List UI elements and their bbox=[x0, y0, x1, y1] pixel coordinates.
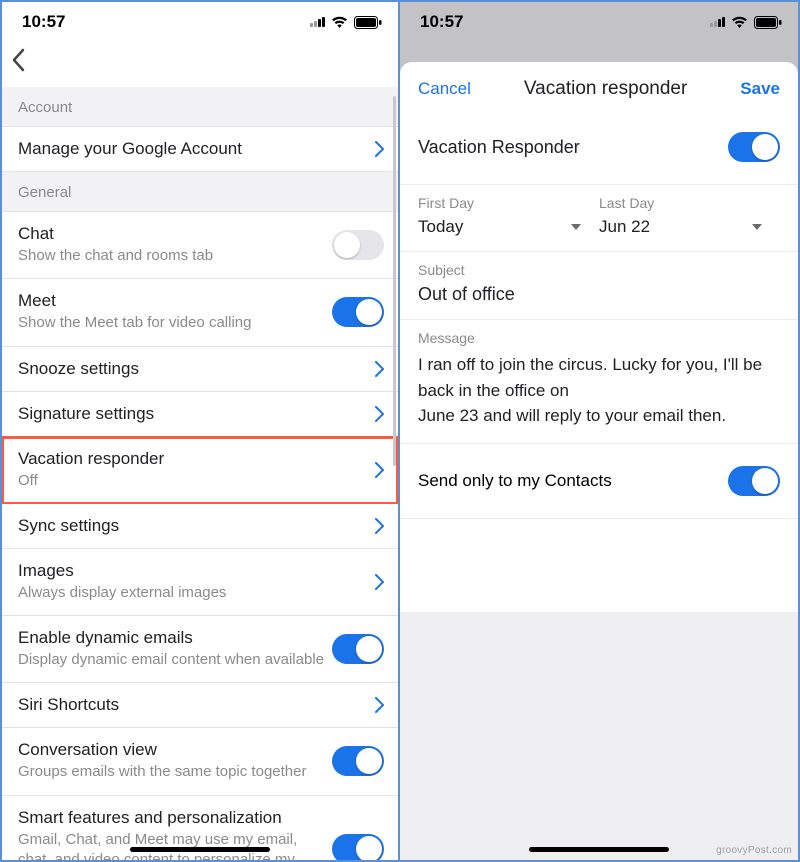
chevron-right-icon bbox=[375, 406, 384, 422]
conversation-view-row[interactable]: Conversation view Groups emails with the… bbox=[2, 728, 398, 795]
sheet-title: Vacation responder bbox=[524, 78, 687, 100]
watermark: groovyPost.com bbox=[716, 845, 792, 856]
images-row[interactable]: Images Always display external images bbox=[2, 549, 398, 616]
chevron-right-icon bbox=[375, 697, 384, 713]
row-subtitle: Show the chat and rooms tab bbox=[18, 246, 332, 266]
status-bar: 10:57 bbox=[400, 2, 798, 40]
send-only-contacts-row: Send only to my Contacts bbox=[400, 444, 798, 519]
dropdown-icon bbox=[571, 224, 581, 230]
sheet-empty-area bbox=[400, 612, 798, 860]
message-label: Message bbox=[418, 330, 780, 346]
screenshot-pair: 10:57 Account Manage your Google Account… bbox=[0, 0, 800, 862]
section-general: General bbox=[2, 172, 398, 212]
chat-toggle[interactable] bbox=[332, 230, 384, 260]
status-bar: 10:57 bbox=[2, 2, 398, 40]
message-field[interactable]: Message I ran off to join the circus. Lu… bbox=[400, 320, 798, 444]
row-title: Conversation view bbox=[18, 740, 332, 760]
subject-label: Subject bbox=[418, 262, 780, 278]
row-title: Sync settings bbox=[18, 516, 375, 536]
row-title: Meet bbox=[18, 291, 332, 311]
smart-features-toggle[interactable] bbox=[332, 834, 384, 860]
sheet: Cancel Vacation responder Save Vacation … bbox=[400, 62, 798, 860]
send-only-contacts-label: Send only to my Contacts bbox=[418, 471, 612, 491]
vacation-responder-label: Vacation Responder bbox=[418, 137, 580, 158]
settings-pane: 10:57 Account Manage your Google Account… bbox=[2, 2, 400, 860]
chevron-right-icon bbox=[375, 141, 384, 157]
row-title: Snooze settings bbox=[18, 359, 375, 379]
last-day-value: Jun 22 bbox=[599, 217, 650, 237]
row-subtitle: Off bbox=[18, 471, 375, 491]
status-time: 10:57 bbox=[22, 12, 65, 32]
subject-field[interactable]: Subject Out of office bbox=[400, 252, 798, 320]
cell-signal-icon bbox=[710, 17, 725, 27]
chevron-right-icon bbox=[375, 574, 384, 590]
first-day-picker[interactable]: First Day Today bbox=[418, 195, 599, 237]
row-title: Signature settings bbox=[18, 404, 375, 424]
meet-toggle[interactable] bbox=[332, 297, 384, 327]
wifi-icon bbox=[731, 16, 748, 29]
last-day-picker[interactable]: Last Day Jun 22 bbox=[599, 195, 780, 237]
row-title: Smart features and personalization bbox=[18, 808, 332, 828]
conversation-view-toggle[interactable] bbox=[332, 746, 384, 776]
message-value: I ran off to join the circus. Lucky for … bbox=[418, 352, 780, 429]
home-indicator[interactable] bbox=[130, 847, 270, 852]
back-button[interactable] bbox=[2, 40, 398, 87]
last-day-label: Last Day bbox=[599, 195, 780, 211]
vacation-responder-toggle[interactable] bbox=[728, 132, 780, 162]
row-title: Siri Shortcuts bbox=[18, 695, 375, 715]
row-subtitle: Always display external images bbox=[18, 583, 375, 603]
vacation-responder-toggle-row: Vacation Responder bbox=[400, 114, 798, 185]
status-icons bbox=[710, 16, 782, 29]
row-subtitle: Show the Meet tab for video calling bbox=[18, 313, 332, 333]
home-indicator[interactable] bbox=[529, 847, 669, 852]
signature-settings-row[interactable]: Signature settings bbox=[2, 392, 398, 437]
status-time: 10:57 bbox=[420, 12, 463, 32]
cell-signal-icon bbox=[310, 17, 325, 27]
date-range-row: First Day Today Last Day Jun 22 bbox=[400, 185, 798, 252]
first-day-value: Today bbox=[418, 217, 463, 237]
vacation-responder-row[interactable]: Vacation responder Off bbox=[2, 437, 398, 504]
dynamic-emails-toggle[interactable] bbox=[332, 634, 384, 664]
send-only-contacts-toggle[interactable] bbox=[728, 466, 780, 496]
sheet-header: Cancel Vacation responder Save bbox=[400, 62, 798, 114]
row-title: Manage your Google Account bbox=[18, 139, 375, 159]
chevron-right-icon bbox=[375, 361, 384, 377]
wifi-icon bbox=[331, 16, 348, 29]
first-day-label: First Day bbox=[418, 195, 599, 211]
chevron-right-icon bbox=[375, 518, 384, 534]
snooze-settings-row[interactable]: Snooze settings bbox=[2, 347, 398, 392]
save-button[interactable]: Save bbox=[740, 79, 780, 99]
vacation-responder-pane: 10:57 Cancel Vacation responder Save Vac… bbox=[400, 2, 798, 860]
manage-google-account-row[interactable]: Manage your Google Account bbox=[2, 127, 398, 172]
chevron-right-icon bbox=[375, 462, 384, 478]
section-account: Account bbox=[2, 87, 398, 127]
row-title: Chat bbox=[18, 224, 332, 244]
subject-value: Out of office bbox=[418, 284, 780, 305]
dynamic-emails-row[interactable]: Enable dynamic emails Display dynamic em… bbox=[2, 616, 398, 683]
meet-row[interactable]: Meet Show the Meet tab for video calling bbox=[2, 279, 398, 346]
battery-icon bbox=[754, 16, 782, 29]
sync-settings-row[interactable]: Sync settings bbox=[2, 504, 398, 549]
status-icons bbox=[310, 16, 382, 29]
siri-shortcuts-row[interactable]: Siri Shortcuts bbox=[2, 683, 398, 728]
scroll-indicator[interactable] bbox=[393, 96, 396, 466]
chat-row[interactable]: Chat Show the chat and rooms tab bbox=[2, 212, 398, 279]
row-title: Enable dynamic emails bbox=[18, 628, 332, 648]
dropdown-icon bbox=[752, 224, 762, 230]
row-subtitle: Groups emails with the same topic togeth… bbox=[18, 762, 332, 782]
row-subtitle: Gmail, Chat, and Meet may use my email, … bbox=[18, 830, 332, 861]
row-title: Images bbox=[18, 561, 375, 581]
row-subtitle: Display dynamic email content when avail… bbox=[18, 650, 332, 670]
row-title: Vacation responder bbox=[18, 449, 375, 469]
battery-icon bbox=[354, 16, 382, 29]
cancel-button[interactable]: Cancel bbox=[418, 79, 471, 99]
